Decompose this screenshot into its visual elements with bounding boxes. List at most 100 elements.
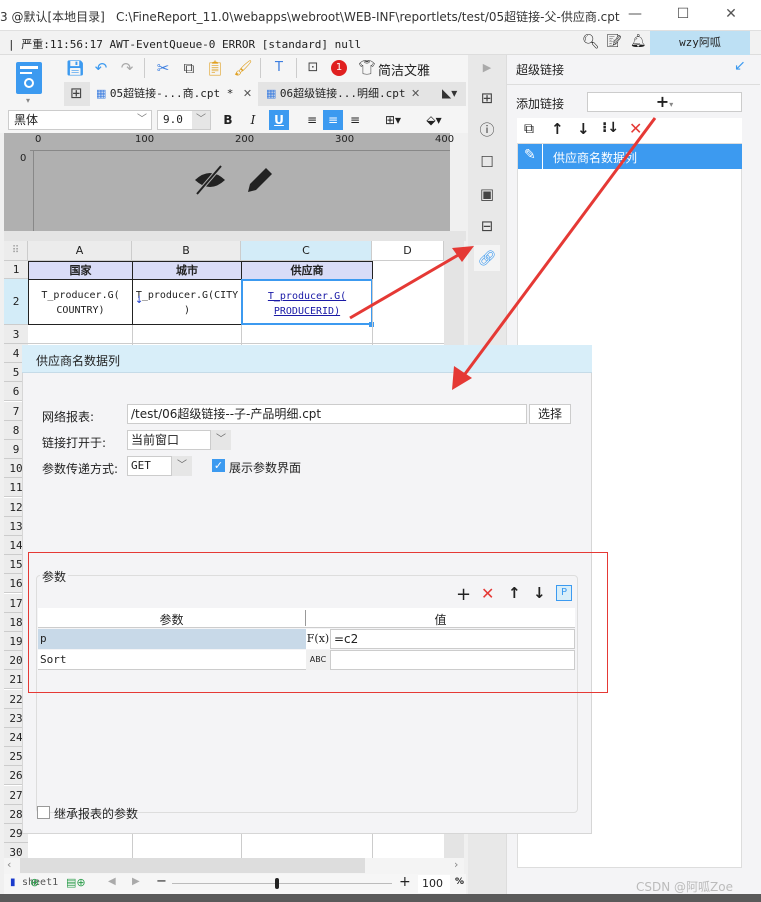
- taskbar: [0, 894, 761, 902]
- pencil-icon[interactable]: [244, 164, 276, 199]
- notification-badge[interactable]: 1: [331, 60, 347, 76]
- open-in-select[interactable]: 当前窗口: [127, 430, 211, 450]
- fill-color-dropdown-icon[interactable]: ⬙▾: [418, 110, 450, 130]
- chevron-down-icon[interactable]: ﹀: [211, 430, 231, 450]
- row-header[interactable]: 3: [4, 325, 28, 344]
- cut-icon[interactable]: ✂: [152, 57, 174, 79]
- param-method-select[interactable]: GET: [127, 456, 172, 476]
- notes-icon[interactable]: 📝︎: [606, 34, 623, 49]
- search-icon[interactable]: 🔍︎: [582, 34, 600, 50]
- scroll-right-icon[interactable]: ›: [454, 858, 458, 871]
- chevron-down-icon[interactable]: ﹀: [172, 456, 192, 476]
- zoom-in-icon[interactable]: +: [399, 874, 411, 890]
- cell-c2-selected[interactable]: T_producer.G( PRODUCERID): [241, 279, 373, 325]
- align-left-icon[interactable]: ≡: [302, 110, 322, 130]
- inherit-params-checkbox[interactable]: [37, 806, 50, 819]
- redo-icon[interactable]: ↷: [116, 57, 138, 79]
- move-down-icon[interactable]: ↓: [577, 120, 590, 138]
- save-icon[interactable]: 💾︎: [64, 57, 86, 79]
- column-header-b[interactable]: B: [132, 241, 241, 261]
- row-header[interactable]: 2: [4, 279, 28, 325]
- paste-icon[interactable]: 📋︎: [204, 57, 226, 79]
- copy-link-icon[interactable]: ⧉: [524, 121, 534, 137]
- theme-shirt-icon[interactable]: 👕︎: [356, 57, 378, 79]
- column-header-d[interactable]: D: [372, 241, 444, 261]
- widget-icon[interactable]: ▣: [474, 181, 500, 207]
- add-link-button[interactable]: +▾: [587, 92, 742, 112]
- new-report-icon[interactable]: ⊞: [70, 84, 83, 102]
- zoom-slider-handle[interactable]: [275, 878, 279, 889]
- next-sheet-icon[interactable]: ▶: [132, 876, 140, 887]
- zoom-out-icon[interactable]: −: [156, 874, 167, 889]
- show-params-label: 展示参数界面: [229, 461, 302, 475]
- choose-report-button[interactable]: 选择: [529, 404, 571, 424]
- align-center-icon[interactable]: ≡: [323, 110, 343, 130]
- font-name-select[interactable]: 黑体 ﹀: [8, 110, 152, 130]
- cell-a2[interactable]: T_producer.G( COUNTRY): [28, 279, 133, 325]
- tab-05-parent[interactable]: ▦ 05超链接-...商.cpt * ✕: [90, 82, 259, 106]
- align-right-icon[interactable]: ≡: [345, 110, 365, 130]
- horizontal-scrollbar-track[interactable]: ‹ ›: [4, 858, 464, 874]
- condition-icon[interactable]: ⊟: [474, 213, 500, 239]
- minimize-button[interactable]: —: [620, 6, 650, 26]
- cell-a1[interactable]: 国家: [28, 261, 133, 280]
- theme-label[interactable]: 简洁文雅: [378, 60, 430, 79]
- vertical-ruler: 0: [17, 151, 34, 231]
- undo-icon[interactable]: ↶: [90, 57, 112, 79]
- edit-pencil-icon[interactable]: ✎: [524, 147, 536, 163]
- column-header-c[interactable]: C: [241, 241, 372, 261]
- preview-icon[interactable]: ⊡: [302, 57, 324, 79]
- cell-info-icon[interactable]: ⓘ: [474, 117, 500, 143]
- add-sheet-icon[interactable]: ⊕: [30, 876, 39, 889]
- move-bottom-icon[interactable]: ⁝↓: [602, 120, 619, 136]
- app-menu-caret-icon[interactable]: ▾: [26, 96, 30, 105]
- cell-c1[interactable]: 供应商: [241, 261, 373, 280]
- maximize-button[interactable]: ☐: [668, 6, 698, 26]
- select-all-corner[interactable]: ⠿: [4, 241, 28, 261]
- link-list-item[interactable]: ✎ 供应商名数据列: [518, 144, 742, 169]
- text-find-icon[interactable]: T: [268, 57, 290, 79]
- report-path-input[interactable]: /test/06超级链接--子-产品明细.cpt: [127, 404, 527, 424]
- tab-close-icon[interactable]: ✕: [243, 87, 252, 100]
- add-dashboard-icon[interactable]: ▤⊕: [66, 876, 86, 889]
- show-params-checkbox[interactable]: ✓: [212, 459, 225, 472]
- underline-button[interactable]: U: [269, 110, 289, 130]
- close-button[interactable]: ✕: [716, 6, 746, 26]
- zoom-slider-track[interactable]: [172, 883, 392, 884]
- frame-icon[interactable]: ☐: [474, 149, 500, 175]
- sheet-tab[interactable]: sheet1: [22, 877, 58, 888]
- report-app-icon[interactable]: [16, 62, 42, 94]
- log-bar: | 严重:11:56:17 AWT-EventQueue-0 ERROR [st…: [0, 31, 761, 55]
- copy-icon[interactable]: ⧉: [178, 57, 200, 79]
- column-header-a[interactable]: A: [28, 241, 132, 261]
- collapse-panel-icon[interactable]: ▶: [474, 55, 500, 81]
- panel-title: 超级链接: [516, 63, 565, 77]
- eye-slash-icon[interactable]: [193, 164, 227, 203]
- tab-close-icon[interactable]: ✕: [411, 87, 420, 100]
- horizontal-scrollbar-thumb[interactable]: [20, 858, 365, 873]
- bell-icon[interactable]: 🔔︎: [630, 34, 647, 49]
- cell-b2[interactable]: T_producer.G(CITY ): [132, 279, 242, 325]
- hyperlink-icon[interactable]: 🔗︎: [474, 245, 500, 271]
- cell-property-icon[interactable]: ⊞: [474, 85, 500, 111]
- prev-sheet-icon[interactable]: ◀: [108, 876, 116, 887]
- scroll-left-icon[interactable]: ‹: [7, 858, 11, 871]
- user-account[interactable]: wzy阿呱: [650, 31, 750, 55]
- border-dropdown-icon[interactable]: ⊞▾: [378, 110, 408, 130]
- zoom-input[interactable]: 100: [418, 875, 450, 893]
- plus-icon: +: [655, 92, 670, 111]
- open-in-label: 链接打开于:: [42, 436, 107, 450]
- ruler-label: 100: [135, 134, 155, 145]
- delete-link-icon[interactable]: ✕: [629, 119, 642, 138]
- horizontal-ruler: 0 100 200 300 400: [30, 133, 454, 151]
- row-header[interactable]: 1: [4, 261, 28, 279]
- move-up-icon[interactable]: ↑: [551, 120, 564, 138]
- cell-b1[interactable]: 城市: [132, 261, 242, 280]
- font-size-select[interactable]: 9.0 ﹀: [157, 110, 211, 130]
- tab-list-dropdown-icon[interactable]: ◣▾: [442, 86, 457, 100]
- bold-button[interactable]: B: [218, 110, 238, 130]
- format-painter-icon[interactable]: 🖌︎: [232, 57, 254, 79]
- tab-06-child[interactable]: ▦ 06超级链接...明细.cpt ✕: [260, 82, 426, 106]
- dock-arrow-icon[interactable]: ↙: [734, 58, 746, 74]
- italic-button[interactable]: I: [243, 110, 263, 130]
